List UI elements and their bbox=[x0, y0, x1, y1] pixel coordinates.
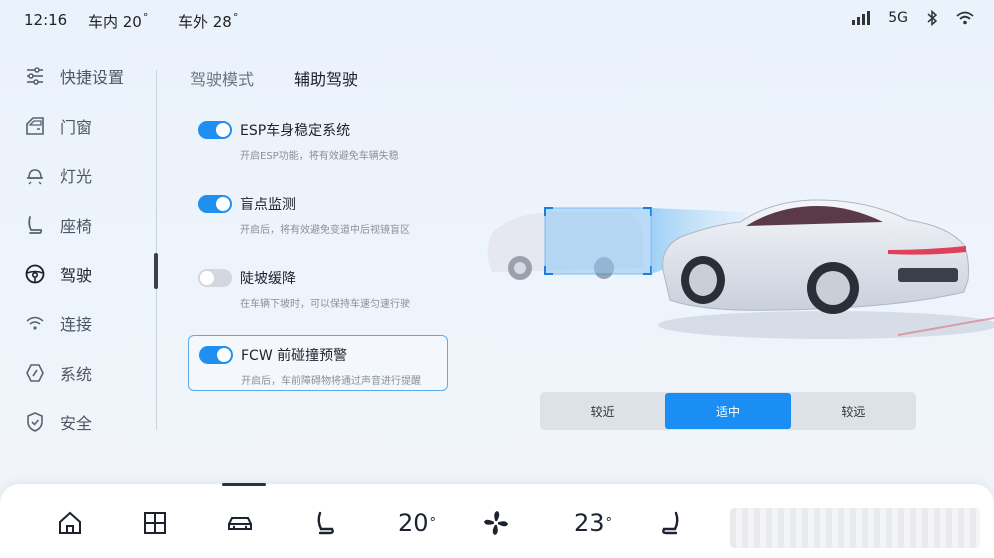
system-icon bbox=[26, 364, 44, 382]
setting-description: 开启后，车前障碍物将通过声音进行提醒 bbox=[241, 376, 421, 387]
hill-descent-toggle[interactable] bbox=[198, 269, 232, 287]
passenger-temp-value: 23 bbox=[574, 509, 605, 537]
sidebar-item-quick-settings[interactable]: 快捷设置 bbox=[24, 61, 124, 91]
fcw-car-illustration bbox=[487, 199, 994, 339]
driver-temp-value: 20 bbox=[398, 509, 429, 537]
dock-handle[interactable] bbox=[222, 483, 266, 486]
fcw-toggle[interactable] bbox=[199, 346, 233, 364]
sidebar-item-label: 灯光 bbox=[60, 167, 93, 186]
sidebar-item-security[interactable]: 安全 bbox=[24, 407, 92, 437]
sidebar-item-system[interactable]: 系统 bbox=[24, 358, 92, 388]
home-icon bbox=[59, 511, 81, 534]
setting-title: FCW 前碰撞预警 bbox=[241, 348, 348, 364]
sidebar-item-connection[interactable]: 连接 bbox=[24, 308, 92, 338]
seat-icon bbox=[662, 511, 679, 535]
sidebar: 快捷设置 门窗 灯光 座椅 驾驶 连接 系统 安全 bbox=[0, 52, 158, 433]
sidebar-item-label: 连接 bbox=[60, 315, 93, 334]
vehicle-button[interactable] bbox=[226, 508, 254, 538]
bluetooth-icon bbox=[927, 10, 938, 26]
sidebar-divider bbox=[156, 70, 157, 430]
seat-icon bbox=[28, 216, 43, 234]
light-icon bbox=[27, 169, 43, 185]
setting-esp: ESP车身稳定系统 开启ESP功能，将有效避免车辆失稳 bbox=[188, 111, 448, 167]
setting-description: 开启后，将有效避免变道中后视镜盲区 bbox=[240, 225, 410, 236]
sidebar-item-label: 驾驶 bbox=[60, 266, 93, 285]
home-button[interactable] bbox=[56, 508, 84, 538]
sliders-icon bbox=[27, 67, 43, 85]
driver-seat-button[interactable] bbox=[312, 508, 340, 538]
toggle-knob bbox=[217, 348, 231, 362]
setting-description: 开启ESP功能，将有效避免车辆失稳 bbox=[240, 151, 399, 162]
toggle-knob bbox=[200, 271, 214, 285]
sidebar-item-label: 座椅 bbox=[60, 217, 93, 236]
car-icon bbox=[228, 517, 252, 530]
shield-icon bbox=[27, 412, 43, 432]
tab-driving-mode[interactable]: 驾驶模式 bbox=[190, 66, 254, 90]
sidebar-item-label: 安全 bbox=[60, 414, 93, 433]
sidebar-item-doors[interactable]: 门窗 bbox=[24, 111, 92, 141]
distance-selector: 较近 适中 较远 bbox=[540, 392, 916, 430]
wifi-icon bbox=[956, 11, 974, 25]
status-indicators: 5G bbox=[852, 10, 974, 26]
fan-icon bbox=[484, 511, 508, 535]
sidebar-item-lights[interactable]: 灯光 bbox=[24, 160, 92, 190]
setting-title: ESP车身稳定系统 bbox=[240, 123, 351, 139]
toggle-knob bbox=[216, 197, 230, 211]
tab-driver-assist[interactable]: 辅助驾驶 bbox=[294, 66, 358, 90]
sidebar-item-label: 系统 bbox=[60, 365, 93, 384]
blind-spot-toggle[interactable] bbox=[198, 195, 232, 213]
passenger-temperature[interactable]: 23 ° bbox=[574, 508, 612, 538]
sidebar-item-seats[interactable]: 座椅 bbox=[24, 210, 92, 240]
setting-title: 陡坡缓降 bbox=[240, 271, 296, 287]
setting-description: 在车辆下坡时，可以保持车速匀速行驶 bbox=[240, 299, 410, 310]
door-window-icon bbox=[26, 117, 44, 135]
cabin-temp-text: 车内 20 bbox=[88, 13, 142, 31]
network-label: 5G bbox=[888, 10, 908, 26]
setting-hill-descent: 陡坡缓降 在车辆下坡时，可以保持车速匀速行驶 bbox=[188, 259, 448, 315]
apps-grid-icon bbox=[144, 512, 166, 534]
fan-button[interactable] bbox=[482, 508, 510, 538]
clock: 12:16 bbox=[24, 11, 68, 29]
distance-option-medium[interactable]: 适中 bbox=[665, 393, 791, 429]
sidebar-scroll-indicator[interactable] bbox=[154, 253, 158, 289]
signal-icon bbox=[852, 11, 871, 25]
cabin-temperature: 车内 20° bbox=[88, 11, 149, 31]
obscured-dock-icons bbox=[730, 508, 980, 548]
sidebar-item-label: 快捷设置 bbox=[60, 68, 125, 87]
steering-wheel-icon bbox=[25, 264, 45, 284]
apps-button[interactable] bbox=[141, 508, 169, 538]
status-bar: 12:16 车内 20° 车外 28° 5G bbox=[0, 0, 994, 42]
setting-fcw[interactable]: FCW 前碰撞预警 开启后，车前障碍物将通过声音进行提醒 bbox=[188, 335, 448, 391]
distance-option-far[interactable]: 较远 bbox=[791, 392, 916, 430]
distance-option-near[interactable]: 较近 bbox=[540, 392, 665, 430]
esp-toggle[interactable] bbox=[198, 121, 232, 139]
wifi-icon bbox=[26, 316, 44, 330]
toggle-knob bbox=[216, 123, 230, 137]
seat-icon bbox=[317, 511, 334, 535]
setting-title: 盲点监测 bbox=[240, 197, 296, 213]
sidebar-item-driving[interactable]: 驾驶 bbox=[24, 259, 92, 289]
outside-temp-text: 车外 28 bbox=[178, 13, 232, 31]
sidebar-item-label: 门窗 bbox=[60, 118, 93, 137]
driver-temperature[interactable]: 20 ° bbox=[398, 508, 436, 538]
outside-temperature: 车外 28° bbox=[178, 11, 239, 31]
setting-blind-spot: 盲点监测 开启后，将有效避免变道中后视镜盲区 bbox=[188, 185, 448, 241]
passenger-seat-button[interactable] bbox=[656, 508, 684, 538]
